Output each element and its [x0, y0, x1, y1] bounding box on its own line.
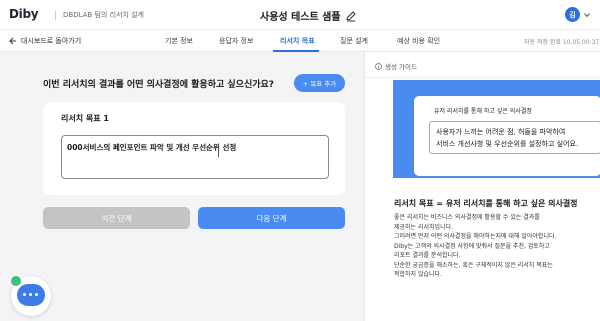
info-icon	[375, 62, 382, 70]
project-title-group: 사용성 테스트 샘플	[260, 8, 357, 23]
chat-bubble-icon	[17, 284, 45, 306]
tab-basic-info[interactable]: 기본 정보	[165, 36, 193, 46]
project-title: 사용성 테스트 샘플	[260, 12, 341, 23]
guide-example-title: 유저 리서치를 통해 하고 싶은 의사결정	[434, 108, 532, 115]
chevron-down-icon[interactable]	[584, 12, 590, 18]
text-cursor-icon	[218, 148, 219, 157]
autosave-status: 자동 저장 완료 10.05 00:37	[524, 39, 600, 46]
add-goal-button[interactable]: + 목표 추가	[294, 74, 345, 92]
goal-card-label: 리서치 목표 1	[61, 114, 109, 123]
guide-body-line: 좋은 리서치는 비즈니스 의사결정에 활용할 수 있는 결과를	[394, 214, 540, 221]
edit-title-icon[interactable]	[345, 10, 357, 22]
guide-header-label: 생성 가이드	[385, 63, 417, 71]
guide-body-line: Diby는 고객의 의사결정 사항에 맞춰서 질문을 추천, 검토하고	[394, 242, 550, 250]
next-step-button[interactable]: 다음 단계	[198, 207, 345, 229]
guide-example-line: 서비스 개선사항 및 우선순위를 설정하고 싶어요.	[436, 140, 579, 148]
goal-input-value: 000서비스의 페인포인트 파악 및 개선 우선순위 선정	[67, 143, 237, 152]
guide-divider	[365, 77, 600, 78]
previous-step-button[interactable]: 이전 단계	[43, 207, 190, 229]
step-nav: 대시보드로 돌아가기 기본 정보 응답자 정보 리서치 목표 질문 설계 예상 …	[0, 30, 600, 52]
header-divider	[55, 11, 56, 20]
guide-example-input: 사용자가 느끼는 어려운 점, 허들을 파악하여 서비스 개선사항 및 우선순위…	[429, 121, 600, 154]
tab-cost-estimate[interactable]: 예상 비용 확인	[397, 36, 440, 46]
tab-respondent-info[interactable]: 응답자 정보	[219, 36, 253, 46]
tab-question-design[interactable]: 질문 설계	[340, 36, 368, 46]
guide-body-line: 리포트 결과를 분석합니다.	[394, 252, 461, 259]
arrow-left-icon	[9, 37, 16, 45]
user-avatar[interactable]: 김	[565, 7, 580, 22]
guide-header: 생성 가이드	[375, 61, 417, 71]
guide-heading: 리서치 목표 = 유저 리서치를 통해 하고 싶은 의사결정	[394, 199, 578, 208]
goal-card: 리서치 목표 1 000서비스의 페인포인트 파악 및 개선 우선순위 선정	[43, 102, 345, 195]
question-heading: 이번 리서치의 결과를 어떤 의사결정에 활용하고 싶으신가요?	[43, 80, 275, 90]
back-to-dashboard-link[interactable]: 대시보드로 돌아가기	[9, 36, 81, 46]
guide-example-gutter	[365, 80, 393, 178]
app-logo[interactable]: Diby	[9, 7, 39, 21]
chat-support-button[interactable]	[11, 276, 51, 316]
chat-badge	[11, 276, 21, 286]
guide-body: 좋은 리서치는 비즈니스 의사결정에 활용할 수 있는 결과를 제공하는 리서치…	[394, 213, 594, 280]
guide-body-line: 적합하지 않습니다.	[394, 271, 442, 278]
goal-input[interactable]: 000서비스의 페인포인트 파악 및 개선 우선순위 선정	[61, 135, 329, 179]
chat-dots	[23, 293, 38, 296]
guide-body-line: 단순한 궁금증을 해소하는, 혹은 구체적이지 않은 리서치 목표는	[394, 261, 553, 269]
guide-example-card: 유저 리서치를 통해 하고 싶은 의사결정 사용자가 느끼는 어려운 점, 허들…	[414, 96, 600, 176]
guide-body-line: 그러려면 먼저 어떤 의사결정을 해야하는지에 대해 알아야합니다.	[394, 233, 557, 240]
guide-example-line: 사용자가 느끼는 어려운 점, 허들을 파악하여	[436, 128, 566, 136]
guide-body-line: 제공하는 리서치입니다.	[394, 223, 454, 231]
org-name: DBDLAB 팀의 리서치 설계	[63, 11, 144, 19]
back-label: 대시보드로 돌아가기	[21, 37, 82, 45]
top-bar: Diby DBDLAB 팀의 리서치 설계 사용성 테스트 샘플 김	[0, 0, 600, 30]
tab-research-goal[interactable]: 리서치 목표	[280, 36, 315, 46]
guide-panel: 생성 가이드 유저 리서치를 통해 하고 싶은 의사결정 사용자가 느끼는 어려…	[364, 52, 600, 321]
